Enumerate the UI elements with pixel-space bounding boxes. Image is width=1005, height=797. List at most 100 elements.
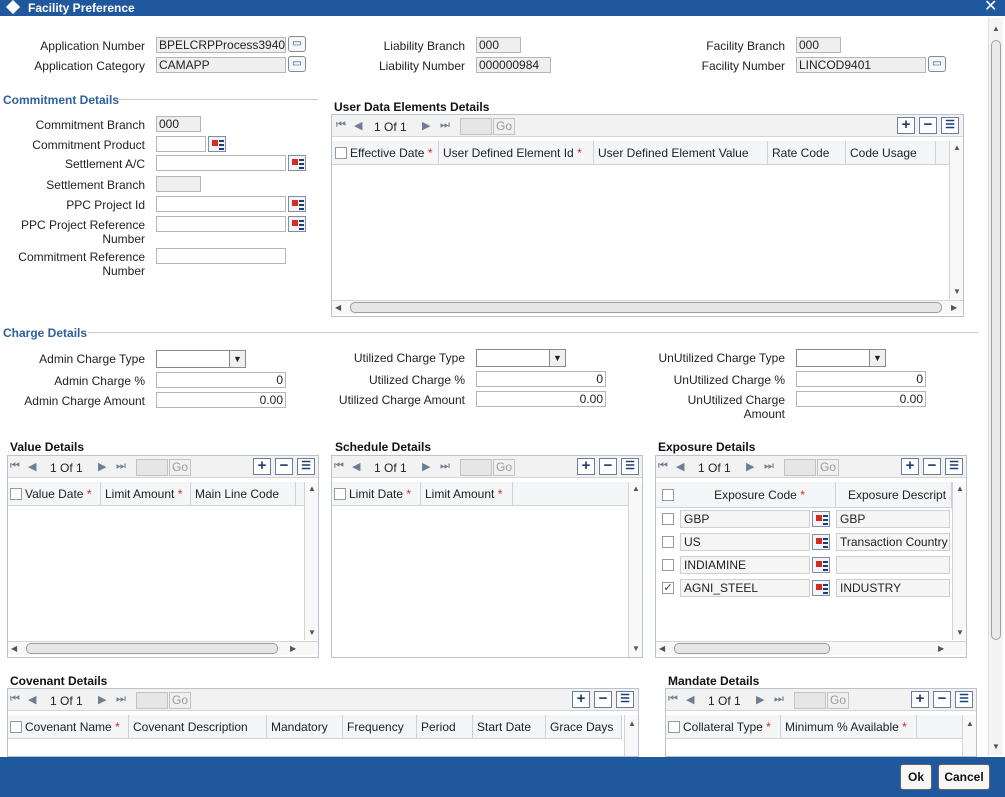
select-all-checkbox[interactable]	[662, 489, 674, 501]
page-number-input[interactable]	[136, 692, 168, 709]
scroll-up-icon[interactable]: ▲	[956, 484, 964, 493]
next-page-icon[interactable]: ▶	[756, 693, 764, 706]
scroll-down-icon[interactable]: ▼	[632, 644, 640, 653]
ok-button[interactable]: Ok	[900, 764, 932, 790]
exposure-code-cell[interactable]: INDIAMINE	[680, 556, 810, 574]
exposure-row-checkbox[interactable]	[662, 536, 674, 548]
last-page-icon[interactable]: ⏭	[764, 460, 774, 473]
prev-page-icon[interactable]: ◀	[352, 460, 360, 473]
commitment-product-lov-icon[interactable]	[208, 136, 226, 152]
application-number-field[interactable]: BPELCRPProcess3940	[156, 37, 286, 53]
delete-row-button[interactable]: −	[923, 458, 941, 475]
schedule-details-vscroll[interactable]: ▲ ▼	[628, 482, 642, 657]
page-number-input[interactable]	[460, 118, 492, 135]
last-page-icon[interactable]: ⏭	[440, 460, 450, 473]
exposure-details-vscroll[interactable]: ▲ ▼	[952, 482, 966, 640]
scroll-down-icon[interactable]: ▼	[992, 742, 1000, 751]
liability-number-field[interactable]: 000000984	[476, 57, 551, 73]
prev-page-icon[interactable]: ◀	[686, 693, 694, 706]
delete-row-button[interactable]: −	[933, 691, 951, 708]
ppc-project-ref-field[interactable]	[156, 216, 286, 232]
admin-charge-amount-field[interactable]: 0.00	[156, 392, 286, 408]
exposure-code-cell[interactable]: US	[680, 533, 810, 551]
go-button[interactable]: Go	[493, 459, 515, 476]
facility-number-lov-icon[interactable]: ▭	[928, 56, 946, 72]
next-page-icon[interactable]: ▶	[98, 693, 106, 706]
unutilized-charge-amount-field[interactable]: 0.00	[796, 391, 926, 407]
value-details-vscroll[interactable]: ▲ ▼	[304, 482, 318, 640]
first-page-icon[interactable]: ⏮	[334, 460, 344, 473]
scroll-down-icon[interactable]: ▼	[956, 628, 964, 637]
scroll-up-icon[interactable]: ▲	[632, 484, 640, 493]
facility-branch-field[interactable]: 000	[796, 37, 841, 53]
go-button[interactable]: Go	[493, 118, 515, 135]
application-category-lov-icon[interactable]: ▭	[288, 56, 306, 72]
first-page-icon[interactable]: ⏮	[658, 460, 668, 473]
add-row-button[interactable]: +	[911, 691, 929, 708]
prev-page-icon[interactable]: ◀	[676, 460, 684, 473]
prev-page-icon[interactable]: ◀	[28, 460, 36, 473]
ppc-project-ref-lov-icon[interactable]	[288, 216, 306, 232]
exposure-code-lov-icon[interactable]	[812, 511, 830, 527]
ppc-project-id-lov-icon[interactable]	[288, 196, 306, 212]
exposure-row-checkbox[interactable]	[662, 513, 674, 525]
go-button[interactable]: Go	[169, 459, 191, 476]
scroll-left-icon[interactable]: ◀	[335, 303, 341, 312]
go-button[interactable]: Go	[827, 692, 849, 709]
add-row-button[interactable]: +	[253, 458, 271, 475]
exposure-details-hscroll[interactable]: ◀ ▶	[656, 641, 966, 655]
exposure-code-lov-icon[interactable]	[812, 534, 830, 550]
admin-charge-type-select[interactable]: ▼	[156, 350, 246, 368]
scroll-up-icon[interactable]: ▲	[308, 484, 316, 493]
exposure-row-checkbox[interactable]	[662, 559, 674, 571]
page-number-input[interactable]	[136, 459, 168, 476]
delete-row-button[interactable]: −	[594, 691, 612, 708]
single-view-button[interactable]: ☰	[297, 458, 315, 475]
settlement-branch-field[interactable]	[156, 176, 201, 192]
add-row-button[interactable]: +	[577, 458, 595, 475]
hscroll-thumb[interactable]	[26, 643, 278, 654]
user-data-hscroll[interactable]: ◀ ▶	[332, 300, 963, 314]
scroll-up-icon[interactable]: ▲	[953, 143, 961, 152]
scroll-right-icon[interactable]: ▶	[290, 644, 296, 653]
settlement-ac-field[interactable]	[156, 155, 286, 171]
exposure-code-lov-icon[interactable]	[812, 580, 830, 596]
last-page-icon[interactable]: ⏭	[116, 460, 126, 473]
last-page-icon[interactable]: ⏭	[774, 693, 784, 706]
admin-charge-pct-field[interactable]: 0	[156, 372, 286, 388]
facility-number-field[interactable]: LINCOD9401	[796, 57, 926, 73]
delete-row-button[interactable]: −	[599, 458, 617, 475]
exposure-description-cell[interactable]	[836, 556, 950, 574]
next-page-icon[interactable]: ▶	[422, 460, 430, 473]
page-number-input[interactable]	[784, 459, 816, 476]
go-button[interactable]: Go	[169, 692, 191, 709]
hscroll-thumb[interactable]	[674, 643, 830, 654]
page-number-input[interactable]	[460, 459, 492, 476]
window-scrollbar[interactable]: ▲ ▼	[988, 18, 1003, 755]
commitment-branch-field[interactable]: 000	[156, 116, 201, 132]
add-row-button[interactable]: +	[897, 117, 915, 134]
single-view-button[interactable]: ☰	[621, 458, 639, 475]
value-details-hscroll[interactable]: ◀ ▶	[8, 641, 318, 655]
page-number-input[interactable]	[794, 692, 826, 709]
commitment-product-field[interactable]	[156, 136, 206, 152]
single-view-button[interactable]: ☰	[616, 691, 634, 708]
unutilized-charge-pct-field[interactable]: 0	[796, 371, 926, 387]
scroll-right-icon[interactable]: ▶	[951, 303, 957, 312]
utilized-charge-pct-field[interactable]: 0	[476, 371, 606, 387]
exposure-code-cell[interactable]: GBP	[680, 510, 810, 528]
scroll-down-icon[interactable]: ▼	[308, 628, 316, 637]
first-page-icon[interactable]: ⏮	[668, 693, 678, 706]
exposure-description-cell[interactable]: Transaction Country	[836, 533, 950, 551]
exposure-code-cell[interactable]: AGNI_STEEL	[680, 579, 810, 597]
ppc-project-id-field[interactable]	[156, 196, 286, 212]
add-row-button[interactable]: +	[901, 458, 919, 475]
liability-branch-field[interactable]: 000	[476, 37, 521, 53]
application-number-lov-icon[interactable]: ▭	[288, 36, 306, 52]
last-page-icon[interactable]: ⏭	[116, 693, 126, 706]
exposure-code-lov-icon[interactable]	[812, 557, 830, 573]
hscroll-thumb[interactable]	[350, 302, 942, 313]
unutilized-charge-type-select[interactable]: ▼	[796, 349, 886, 367]
cancel-button[interactable]: Cancel	[938, 764, 990, 790]
exposure-description-cell[interactable]: INDUSTRY	[836, 579, 950, 597]
